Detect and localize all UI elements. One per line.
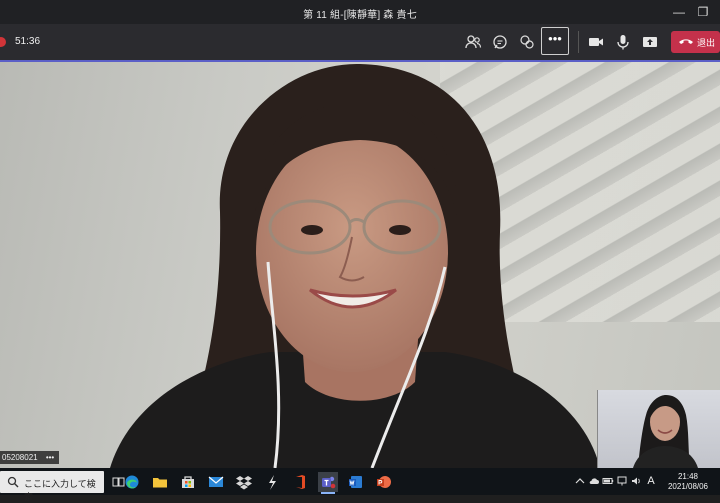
- battery-icon[interactable]: [602, 475, 614, 487]
- taskbar-app-s[interactable]: [262, 472, 282, 492]
- more-options-button[interactable]: •••: [541, 27, 569, 55]
- taskbar-office[interactable]: [290, 472, 310, 492]
- cloud-icon[interactable]: [588, 475, 600, 487]
- minimize-button[interactable]: —: [670, 3, 688, 21]
- camera-icon: [589, 38, 603, 46]
- powerpoint-icon: [377, 476, 391, 488]
- reactions-button[interactable]: [517, 32, 537, 52]
- taskbar-store[interactable]: [178, 472, 198, 492]
- taskbar-dropbox[interactable]: [234, 472, 254, 492]
- people-icon: [465, 35, 482, 49]
- taskbar-search-box[interactable]: ここに入力して検索: [0, 471, 104, 502]
- active-app-indicator: [321, 492, 335, 494]
- edge-icon: [125, 475, 139, 489]
- maximize-button[interactable]: ❐: [694, 3, 712, 21]
- window-title-bar: 第 11 組-[陳靜華] 森 貴七 — ❐: [0, 0, 720, 24]
- app-s-icon: [269, 475, 276, 490]
- window-title: 第 11 組-[陳靜華] 森 貴七: [303, 10, 417, 21]
- participant-name-tag: 05208021 •••: [0, 451, 60, 464]
- taskbar-mail[interactable]: [206, 472, 226, 492]
- ime-icon[interactable]: A: [644, 475, 658, 487]
- search-icon: [7, 476, 19, 488]
- participant-more-button[interactable]: •••: [46, 453, 54, 462]
- chat-icon: [493, 35, 507, 49]
- camera-toggle-button[interactable]: [586, 32, 606, 52]
- self-view-video[interactable]: [597, 390, 720, 468]
- store-icon: [182, 476, 194, 488]
- meeting-timer: 51:36: [15, 36, 41, 47]
- taskbar-powerpoint[interactable]: [374, 472, 394, 492]
- mail-icon: [208, 476, 224, 487]
- toolbar-divider: [578, 31, 579, 53]
- windows-taskbar: ここに入力して検索 A 21:48 2021/08/06: [0, 468, 720, 502]
- file-explorer-icon: [153, 478, 167, 488]
- share-screen-icon: [643, 37, 657, 47]
- word-icon: [349, 476, 362, 488]
- taskbar-file-explorer[interactable]: [150, 472, 170, 492]
- self-view-image: [633, 395, 698, 468]
- network-icon[interactable]: [616, 475, 628, 487]
- people-button[interactable]: [463, 32, 483, 52]
- microphone-icon: [617, 35, 629, 50]
- microphone-toggle-button[interactable]: [613, 32, 633, 52]
- phone-hangup-icon: [679, 39, 693, 44]
- taskbar-clock[interactable]: 21:48 2021/08/06: [663, 472, 713, 492]
- meeting-toolbar: 51:36 ••• 退出: [0, 24, 720, 62]
- taskbar-word[interactable]: [346, 472, 366, 492]
- share-screen-button[interactable]: [640, 32, 660, 52]
- participant-label: 05208021: [2, 453, 38, 462]
- clock-time: 21:48: [677, 472, 699, 481]
- leave-meeting-button[interactable]: 退出: [671, 31, 720, 53]
- teams-icon: [322, 476, 336, 489]
- dropbox-icon: [236, 476, 252, 490]
- leave-label: 退出: [697, 38, 716, 48]
- volume-icon[interactable]: [630, 475, 642, 487]
- chevron-up-icon[interactable]: [574, 475, 586, 487]
- search-placeholder: ここに入力して検索: [24, 479, 96, 502]
- taskbar-teams[interactable]: [318, 472, 338, 494]
- taskbar-edge[interactable]: [122, 472, 142, 492]
- chat-button[interactable]: [490, 32, 510, 52]
- office-icon: [296, 475, 305, 489]
- clock-date: 2021/08/06: [667, 482, 709, 491]
- reactions-icon: [520, 35, 534, 49]
- recording-indicator-icon: [0, 37, 6, 47]
